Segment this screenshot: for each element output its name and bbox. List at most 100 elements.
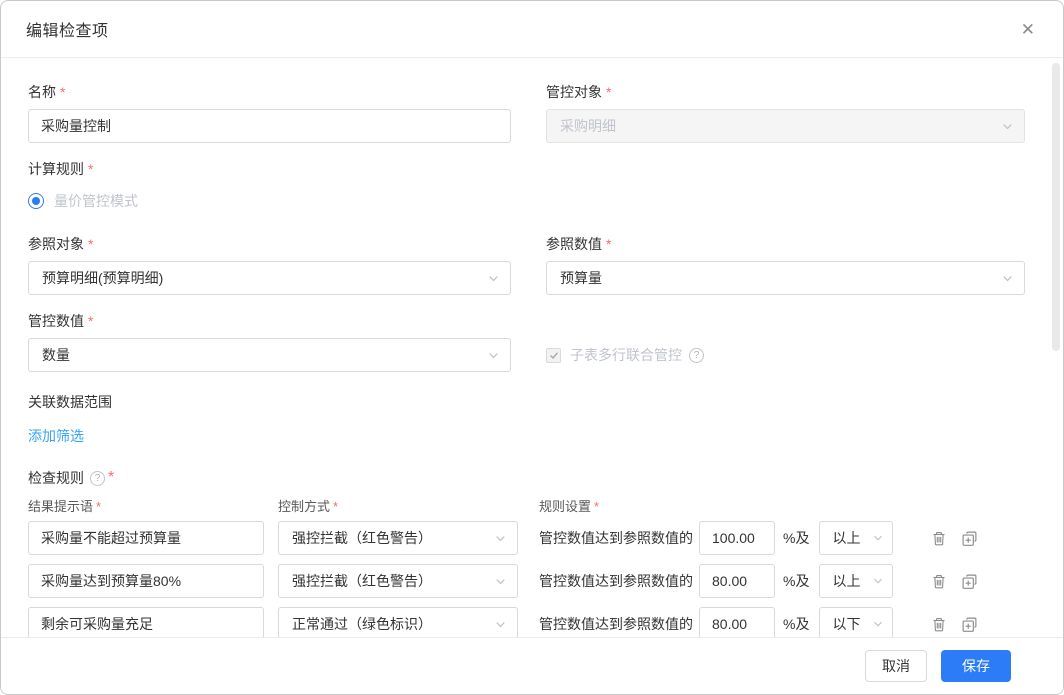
rule-percent-input[interactable]: [699, 564, 775, 598]
reference-object-field: 参照对象* 预算明细(预算明细): [28, 234, 511, 295]
add-filter-link[interactable]: 添加筛选: [28, 426, 84, 446]
chevron-down-icon: [487, 272, 500, 285]
edit-check-item-dialog: 编辑检查项 ✕ 名称* 管控对象* 采购明细 计算规则* 量价管控模式 参: [0, 0, 1064, 695]
rule-control-select[interactable]: 正常通过（绿色标识）: [278, 607, 518, 637]
cancel-button[interactable]: 取消: [865, 650, 927, 682]
control-object-label: 管控对象*: [546, 82, 1025, 102]
control-value-label: 管控数值*: [28, 311, 511, 331]
percent-suffix-text: %及: [783, 571, 809, 591]
copy-plus-icon: [961, 573, 978, 590]
col-header-setting-text: 规则设置: [539, 499, 591, 514]
rule-control-value: 正常通过（绿色标识）: [292, 614, 432, 634]
radio-selected-icon: [28, 193, 44, 209]
trash-icon: [931, 573, 947, 590]
reference-object-label-text: 参照对象: [28, 236, 84, 252]
required-asterisk: *: [333, 499, 338, 514]
required-asterisk: *: [96, 499, 101, 514]
delete-row-button[interactable]: [931, 573, 947, 590]
rule-row: 强控拦截（红色警告） 管控数值达到参照数值的 %及 以上: [28, 521, 1025, 555]
copy-plus-icon: [961, 616, 978, 633]
calc-mode-radio-label: 量价管控模式: [54, 191, 138, 211]
chevron-down-icon: [487, 349, 500, 362]
control-value-select[interactable]: 数量: [28, 338, 511, 372]
rule-direction-select[interactable]: 以上: [819, 521, 893, 555]
required-asterisk: *: [88, 313, 93, 329]
reference-value-select[interactable]: 预算量: [546, 261, 1025, 295]
delete-row-button[interactable]: [931, 616, 947, 633]
calc-rule-label-text: 计算规则: [28, 161, 84, 177]
joint-control-checkbox: 子表多行联合管控 ?: [546, 338, 1025, 372]
rule-prompt-input[interactable]: [28, 607, 264, 637]
dialog-footer: 取消 保存: [1, 637, 1063, 694]
dialog-body: 名称* 管控对象* 采购明细 计算规则* 量价管控模式 参照对象* 预算明细(预…: [1, 58, 1063, 637]
name-input[interactable]: [28, 109, 511, 143]
dialog-title: 编辑检查项: [26, 17, 109, 41]
rule-direction-value: 以上: [832, 528, 860, 548]
control-object-value: 采购明细: [560, 116, 616, 136]
dialog-header: 编辑检查项 ✕: [1, 1, 1063, 58]
rule-row: 正常通过（绿色标识） 管控数值达到参照数值的 %及 以下: [28, 607, 1025, 637]
joint-control-cell: 子表多行联合管控 ?: [546, 311, 1025, 388]
reference-value-label: 参照数值*: [546, 234, 1025, 254]
control-value-value: 数量: [42, 345, 70, 365]
rule-direction-value: 以上: [832, 571, 860, 591]
save-button[interactable]: 保存: [941, 650, 1011, 682]
rule-setting: 管控数值达到参照数值的 %及 以上: [539, 564, 1025, 598]
close-icon[interactable]: ✕: [1021, 21, 1035, 38]
scrollbar-thumb[interactable]: [1052, 63, 1060, 351]
data-range-label: 关联数据范围: [28, 392, 1025, 412]
rules-rows: 强控拦截（红色警告） 管控数值达到参照数值的 %及 以上: [28, 521, 1025, 637]
rule-prefix-text: 管控数值达到参照数值的: [539, 614, 693, 634]
rule-direction-select[interactable]: 以上: [819, 564, 893, 598]
calc-mode-radio: 量价管控模式: [28, 190, 1025, 212]
reference-value-field: 参照数值* 预算量: [546, 234, 1025, 295]
trash-icon: [931, 530, 947, 547]
joint-control-label: 子表多行联合管控: [570, 345, 682, 365]
checkbox-checked-icon: [546, 348, 561, 363]
percent-suffix-text: %及: [783, 528, 809, 548]
reference-object-select[interactable]: 预算明细(预算明细): [28, 261, 511, 295]
required-asterisk: *: [88, 161, 93, 177]
control-value-label-text: 管控数值: [28, 313, 84, 329]
control-object-label-text: 管控对象: [546, 84, 602, 100]
reference-value-value: 预算量: [560, 268, 602, 288]
col-header-prompt: 结果提示语*: [28, 496, 264, 515]
col-header-prompt-text: 结果提示语: [28, 499, 93, 514]
reference-value-label-text: 参照数值: [546, 236, 602, 252]
required-asterisk: *: [594, 499, 599, 514]
rule-direction-value: 以下: [832, 614, 860, 634]
name-label-text: 名称: [28, 84, 56, 100]
chevron-down-icon: [872, 575, 884, 587]
rule-control-select[interactable]: 强控拦截（红色警告）: [278, 521, 518, 555]
required-asterisk: *: [606, 84, 611, 100]
chevron-down-icon: [872, 618, 884, 630]
percent-suffix-text: %及: [783, 614, 809, 634]
add-row-button[interactable]: [961, 573, 978, 590]
col-header-control: 控制方式*: [278, 496, 518, 515]
rule-control-select[interactable]: 强控拦截（红色警告）: [278, 564, 518, 598]
rule-percent-input[interactable]: [699, 521, 775, 555]
add-row-button[interactable]: [961, 616, 978, 633]
rule-percent-input[interactable]: [699, 607, 775, 637]
reference-object-value: 预算明细(预算明细): [42, 268, 163, 288]
control-value-field: 管控数值* 数量: [28, 311, 511, 372]
rule-control-value: 强控拦截（红色警告）: [292, 528, 432, 548]
trash-icon: [931, 616, 947, 633]
chevron-down-icon: [494, 618, 507, 631]
rule-prompt-input[interactable]: [28, 564, 264, 598]
rule-prompt-input[interactable]: [28, 521, 264, 555]
rule-row: 强控拦截（红色警告） 管控数值达到参照数值的 %及 以上: [28, 564, 1025, 598]
check-rules-title: 检查规则 ? *: [28, 468, 1025, 488]
delete-row-button[interactable]: [931, 530, 947, 547]
help-icon: ?: [689, 348, 704, 363]
rule-direction-select[interactable]: 以下: [819, 607, 893, 637]
rule-prefix-text: 管控数值达到参照数值的: [539, 528, 693, 548]
help-icon: ?: [90, 471, 105, 486]
control-object-field: 管控对象* 采购明细: [546, 82, 1025, 143]
add-row-button[interactable]: [961, 530, 978, 547]
copy-plus-icon: [961, 530, 978, 547]
control-object-select: 采购明细: [546, 109, 1025, 143]
required-asterisk: *: [108, 469, 114, 487]
calc-rule-label: 计算规则*: [28, 159, 1025, 179]
check-icon: [549, 351, 559, 360]
